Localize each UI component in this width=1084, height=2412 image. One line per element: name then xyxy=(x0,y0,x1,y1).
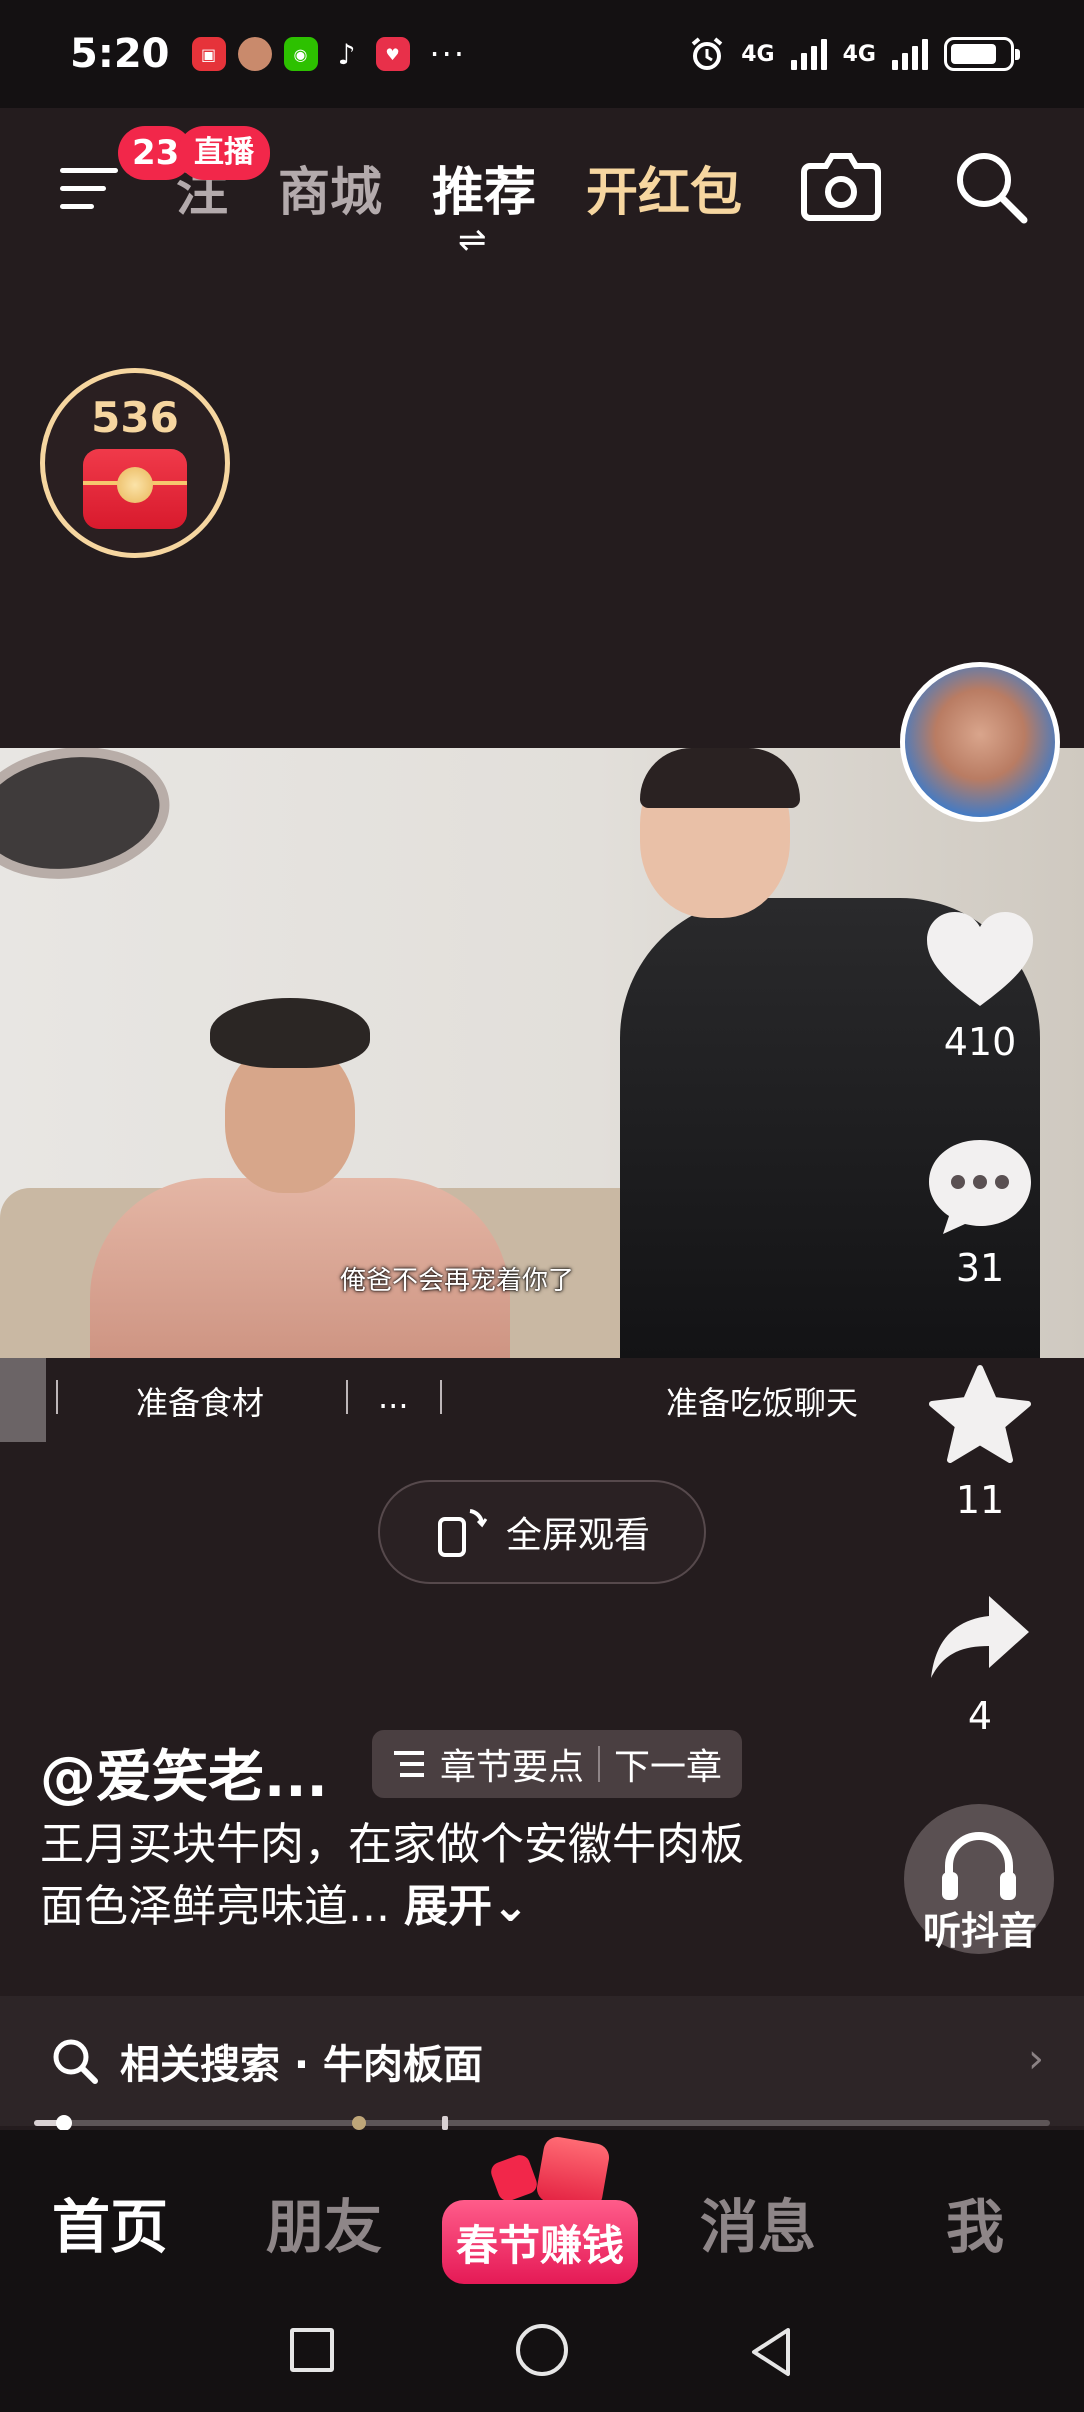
comment-count: 31 xyxy=(955,1246,1005,1290)
comment-button[interactable]: 31 xyxy=(920,1136,1040,1290)
spring-decoration xyxy=(488,2152,540,2204)
tiktok-icon: ♪ xyxy=(337,37,356,71)
tab-red-packet[interactable]: 开红包 xyxy=(586,150,742,225)
video-description[interactable]: 王月买块牛肉，在家做个安徽牛肉板面色泽鲜亮味道... 展开⌄ xyxy=(40,1814,760,1938)
share-button[interactable]: 4 xyxy=(920,1592,1040,1738)
battery-icon xyxy=(944,37,1020,71)
status-bar: 5:20 ▣ ◉ ♪ ♥ ··· 4G 4G xyxy=(0,0,1084,108)
tab-mall[interactable]: 商城 xyxy=(278,150,382,225)
next-chapter-label[interactable]: 下一章 xyxy=(614,1738,722,1790)
switch-feed-icon[interactable]: ⇌ xyxy=(458,220,487,260)
spring-festival-button[interactable]: 春节赚钱 xyxy=(442,2200,638,2284)
like-button[interactable]: 410 xyxy=(920,910,1040,1064)
chevron-down-icon: ⌄ xyxy=(491,1881,529,1932)
list-icon xyxy=(394,1751,424,1777)
heart-icon xyxy=(927,912,1033,1006)
back-icon[interactable] xyxy=(748,2326,796,2378)
nav-messages[interactable]: 消息 xyxy=(700,2180,816,2264)
contact-avatar-icon xyxy=(237,37,272,71)
star-icon xyxy=(929,1365,1031,1463)
camera-icon[interactable] xyxy=(800,150,882,224)
author-name[interactable]: @爱笑老... xyxy=(40,1732,328,1813)
status-time: 5:20 xyxy=(70,31,170,77)
chapter-mark xyxy=(442,2116,448,2130)
top-nav: 注 23 直播 商城 推荐 ⇌ 开红包 xyxy=(0,108,1084,268)
chapter-item[interactable]: ... xyxy=(378,1378,409,1416)
menu-icon[interactable] xyxy=(60,158,120,218)
favorite-count: 11 xyxy=(955,1478,1005,1522)
nav-home[interactable]: 首页 xyxy=(52,2180,168,2264)
tab-recommend[interactable]: 推荐 xyxy=(432,150,536,225)
system-nav-bar xyxy=(0,2290,1084,2412)
wechat-icon: ◉ xyxy=(283,37,318,71)
search-icon[interactable] xyxy=(952,148,1030,226)
status-right: 4G 4G xyxy=(689,36,1020,72)
listen-label[interactable]: 听抖音 xyxy=(880,1900,1080,1955)
huawei-app-icon: ▣ xyxy=(191,37,226,71)
chapter-item[interactable]: 准备食材 xyxy=(136,1378,264,1424)
bottom-nav: 首页 朋友 春节赚钱 消息 我 xyxy=(0,2130,1084,2290)
live-badge[interactable]: 直播 xyxy=(178,126,270,180)
fullscreen-label: 全屏观看 xyxy=(505,1515,650,1556)
network-label-2: 4G xyxy=(842,41,876,67)
chapter-chip[interactable]: 章节要点 下一章 xyxy=(372,1730,743,1798)
video-person-seated xyxy=(60,998,510,1358)
video-lamp xyxy=(0,748,179,892)
favorite-button[interactable]: 11 xyxy=(920,1364,1040,1522)
rotate-screen-icon xyxy=(437,1509,488,1557)
chapter-current-marker xyxy=(0,1358,46,1442)
related-search-label: 相关搜索 · 牛肉板面 xyxy=(120,2042,484,2088)
creator-avatar[interactable] xyxy=(900,662,1060,822)
like-count: 410 xyxy=(943,1020,1017,1064)
fullscreen-button[interactable]: 全屏观看 xyxy=(378,1480,706,1584)
video-progress-bar[interactable] xyxy=(34,2115,1050,2131)
alarm-icon xyxy=(691,37,723,70)
red-packet-widget[interactable]: 536 xyxy=(40,368,230,558)
home-icon[interactable] xyxy=(516,2324,568,2376)
more-notifications-icon: ··· xyxy=(429,35,467,73)
signal-icon xyxy=(790,38,827,70)
share-icon xyxy=(931,1596,1029,1678)
nav-me[interactable]: 我 xyxy=(946,2180,1004,2264)
description-text: 王月买块牛肉，在家做个安徽牛肉板面色泽鲜亮味道... xyxy=(40,1819,744,1932)
expand-link[interactable]: 展开⌄ xyxy=(404,1881,529,1932)
share-count: 4 xyxy=(967,1694,993,1738)
red-envelope-icon xyxy=(83,449,187,529)
video-subtitle: 俺爸不会再宠着你了 xyxy=(339,1266,574,1296)
chapter-mark xyxy=(352,2116,366,2130)
network-label-1: 4G xyxy=(741,41,775,67)
comment-icon xyxy=(929,1140,1031,1234)
recent-apps-icon[interactable] xyxy=(290,2328,334,2372)
chapter-item[interactable]: 准备吃饭聊天 xyxy=(666,1378,858,1424)
related-search-bar[interactable]: 相关搜索 · 牛肉板面 › xyxy=(0,1996,1084,2126)
notification-icons: ▣ ◉ ♪ ♥ ··· xyxy=(191,35,467,73)
progress-knob[interactable] xyxy=(56,2115,73,2131)
nav-friends[interactable]: 朋友 xyxy=(266,2180,382,2264)
signal-icon xyxy=(892,38,928,70)
chevron-right-icon: › xyxy=(1028,2036,1044,2082)
red-packet-count: 536 xyxy=(91,393,179,442)
chapter-points-label[interactable]: 章节要点 xyxy=(440,1738,584,1790)
app-heart-icon: ♥ xyxy=(375,37,410,71)
search-icon xyxy=(53,2039,98,2084)
